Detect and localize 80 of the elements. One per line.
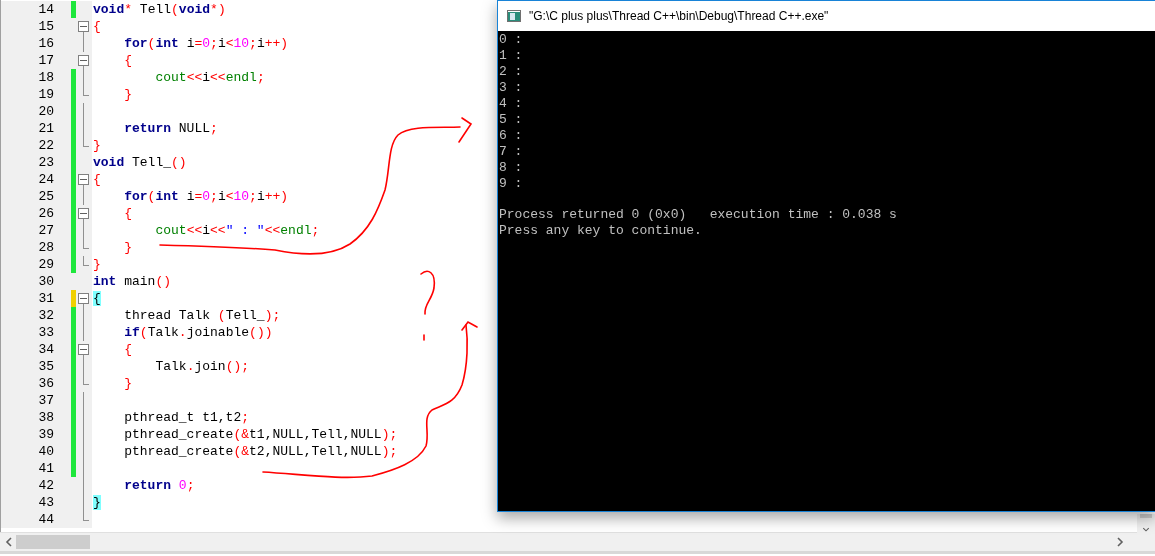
line-number: 14 (37, 1, 55, 18)
line-number: 43 (37, 494, 55, 511)
line-number: 16 (37, 35, 55, 52)
line-number: 22 (37, 137, 55, 154)
fold-toggle[interactable] (78, 208, 89, 219)
code-line: for(int i=0;i<10;i++) (123, 35, 289, 52)
line-number: 27 (37, 222, 55, 239)
line-number: 39 (37, 426, 55, 443)
fold-toggle[interactable] (78, 293, 89, 304)
code-line: pthread_create(&t2,NULL,Tell,NULL); (123, 443, 398, 460)
code-line: return NULL; (123, 120, 218, 137)
code-line: } (123, 86, 132, 103)
console-line: 8 : (499, 160, 524, 176)
console-line: 6 : (499, 128, 524, 144)
code-line: cout<<i<<" : "<<endl; (154, 222, 320, 239)
line-number: 40 (37, 443, 55, 460)
fold-toggle[interactable] (78, 174, 89, 185)
console-line: 2 : (499, 64, 524, 80)
console-icon (507, 10, 521, 22)
line-number: 23 (37, 154, 55, 171)
code-line: { (123, 205, 132, 222)
scrollbar-thumb[interactable] (16, 535, 90, 549)
line-number: 30 (37, 273, 55, 290)
code-line: pthread_create(&t1,NULL,Tell,NULL); (123, 426, 398, 443)
horizontal-scrollbar[interactable] (0, 532, 1155, 554)
code-line: } (123, 239, 132, 256)
fold-toggle[interactable] (78, 21, 89, 32)
line-number: 38 (37, 409, 55, 426)
console-line: Process returned 0 (0x0) execution time : 0.038 s (499, 207, 898, 223)
code-line: { (123, 341, 132, 358)
line-number: 37 (37, 392, 55, 409)
code-line: cout<<i<<endl; (154, 69, 265, 86)
console-line: 9 : (499, 176, 524, 192)
line-number: 36 (37, 375, 55, 392)
code-line: Talk.join(); (154, 358, 250, 375)
code-line: pthread_t t1,t2; (123, 409, 250, 426)
code-line: void Tell_() (93, 154, 187, 171)
line-number: 44 (37, 511, 55, 528)
console-line: 3 : (499, 80, 524, 96)
console-line: 1 : (499, 48, 524, 64)
code-line: { (123, 52, 132, 69)
fold-toggle[interactable] (78, 344, 89, 355)
code-line: } (93, 137, 101, 154)
code-line: if(Talk.joinable()) (123, 324, 273, 341)
line-number: 15 (37, 18, 55, 35)
fold-toggle[interactable] (78, 55, 89, 66)
line-number: 34 (37, 341, 55, 358)
code-line: { (93, 18, 101, 35)
line-number: 17 (37, 52, 55, 69)
line-number: 18 (37, 69, 55, 86)
line-number: 32 (37, 307, 55, 324)
line-number: 42 (37, 477, 55, 494)
code-line: } (93, 256, 101, 273)
line-number: 21 (37, 120, 55, 137)
console-line: 7 : (499, 144, 524, 160)
console-line: 5 : (499, 112, 524, 128)
vertical-scrollbar[interactable] (1137, 514, 1155, 533)
line-number: 41 (37, 460, 55, 477)
question-mark-drawing (420, 270, 436, 341)
line-number: 26 (37, 205, 55, 222)
line-number: 19 (37, 86, 55, 103)
line-number: 33 (37, 324, 55, 341)
line-number: 28 (37, 239, 55, 256)
console-line: 0 : (499, 32, 524, 48)
code-line: { (93, 171, 101, 188)
window-title: "G:\C plus plus\Thread C++\bin\Debug\Thread C++.exe" (529, 9, 829, 23)
line-number: 24 (37, 171, 55, 188)
line-number: 31 (37, 290, 55, 307)
code-line: void* Tell(void*) (93, 1, 226, 18)
line-number: 25 (37, 188, 55, 205)
code-line: } (123, 375, 132, 392)
console-line: Press any key to continue. (499, 223, 703, 239)
code-line: thread Talk (Tell_); (123, 307, 281, 324)
line-number: 20 (37, 103, 55, 120)
code-line: for(int i=0;i<10;i++) (123, 188, 289, 205)
code-line: return 0; (123, 477, 195, 494)
code-line: int main() (93, 273, 172, 290)
console-line: 4 : (499, 96, 524, 112)
line-number: 29 (37, 256, 55, 273)
line-number: 35 (37, 358, 55, 375)
